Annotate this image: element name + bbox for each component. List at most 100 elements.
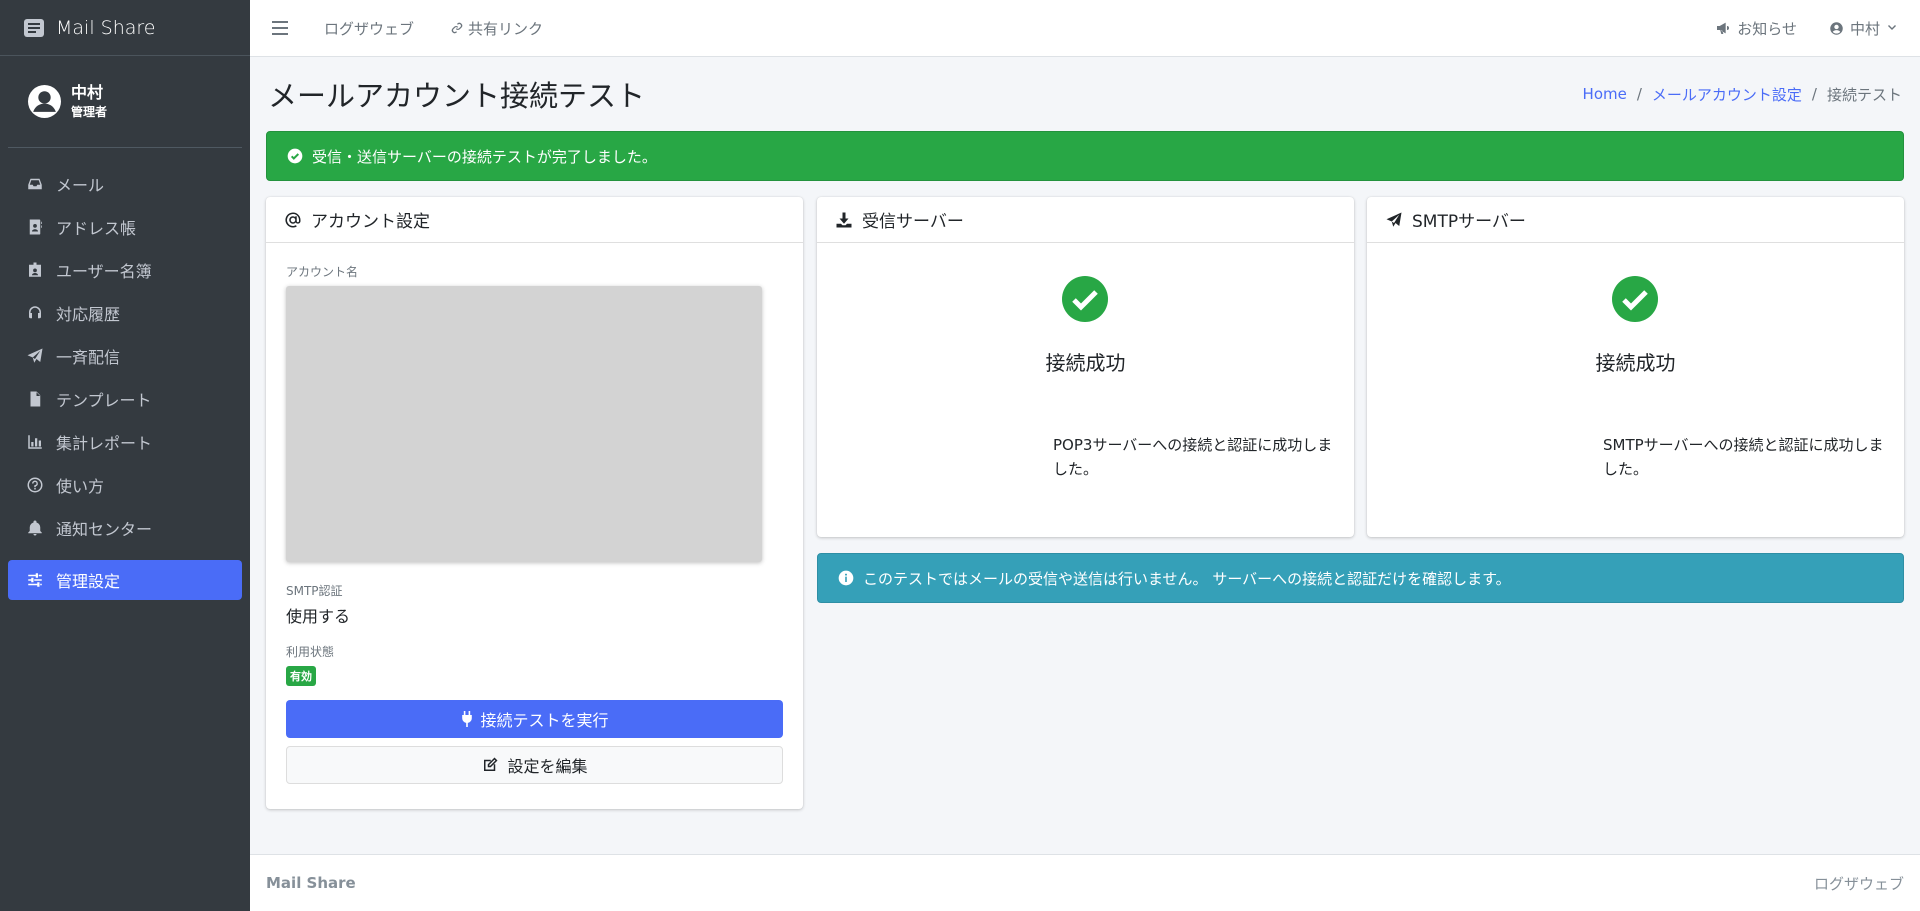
success-check-icon <box>1612 276 1658 322</box>
question-circle-icon <box>27 477 43 493</box>
card-title: 受信サーバー <box>862 212 964 232</box>
smtp-auth-label: SMTP認証 <box>286 584 343 598</box>
nav-link-shared-links[interactable]: 共有リンク <box>450 18 543 39</box>
breadcrumb-mail-account-settings[interactable]: メールアカウント設定 <box>1652 84 1802 105</box>
sidebar-item-admin-settings[interactable]: 管理設定 <box>8 560 242 600</box>
breadcrumb-separator: / <box>1636 85 1642 103</box>
sidebar-item-address-book[interactable]: アドレス帳 <box>8 207 242 247</box>
brand[interactable]: Mail Share <box>0 0 250 56</box>
footer-brand: Mail Share <box>266 874 356 892</box>
connection-description: POP3サーバーへの接続と認証に成功しました。 <box>1053 436 1333 478</box>
download-icon <box>836 212 852 227</box>
sliders-icon <box>28 573 42 587</box>
connection-status: 接続成功 <box>1595 351 1676 375</box>
sidebar-item-mail[interactable]: メール <box>8 164 242 204</box>
breadcrumb-home[interactable]: Home <box>1583 85 1627 103</box>
breadcrumb-separator: / <box>1811 85 1817 103</box>
cards-row: アカウント設定 アカウント名 SMTP認証 使用する 利用状態 有効 接続テスト… <box>266 197 1904 809</box>
sidebar-item-label: 対応履歴 <box>56 305 121 324</box>
card-body: 接続成功 POP3サーバーへの接続と認証に成功しました。 <box>817 243 1354 537</box>
info-alert: このテストではメールの受信や送信は行いません。 サーバーへの接続と認証だけを確認… <box>817 553 1904 603</box>
plug-icon <box>462 711 473 727</box>
at-sign-icon <box>285 211 301 227</box>
status-label: 利用状態 <box>286 645 335 659</box>
card-header: 受信サーバー <box>817 197 1354 243</box>
success-alert: 受信・送信サーバーの接続テストが完了しました。 <box>266 131 1904 181</box>
top-navbar: ログザウェブ 共有リンク お知らせ 中村 <box>250 0 1920 57</box>
card-header: SMTPサーバー <box>1367 197 1904 243</box>
sidebar-item-template[interactable]: テンプレート <box>8 379 242 419</box>
sidebar-item-label: メール <box>56 176 105 195</box>
bell-icon <box>28 520 42 536</box>
sidebar-item-notification-center[interactable]: 通知センター <box>8 508 242 548</box>
sidebar-item-label: 集計レポート <box>56 434 153 453</box>
sidebar-item-label: 一斉配信 <box>56 348 121 367</box>
footer: Mail Share ログザウェブ <box>250 854 1920 911</box>
nav-link-label: 共有リンク <box>468 19 544 38</box>
chevron-down-icon <box>1888 25 1896 30</box>
edit-icon <box>484 757 498 771</box>
user-avatar-icon <box>28 85 61 118</box>
user-menu-label: 中村 <box>1849 19 1880 38</box>
user-menu[interactable]: 中村 <box>1829 18 1898 39</box>
user-role: 管理者 <box>71 104 108 119</box>
link-icon <box>451 22 463 34</box>
info-message: このテストではメールの受信や送信は行いません。 サーバーへの接続と認証だけを確認… <box>863 569 1511 588</box>
success-check-icon <box>1062 276 1108 322</box>
sidebar-item-user-directory[interactable]: ユーザー名簿 <box>8 250 242 290</box>
edit-settings-button[interactable]: 設定を編集 <box>286 746 783 784</box>
inbox-icon <box>28 178 42 190</box>
check-circle-icon <box>287 148 303 164</box>
smtp-server-card: SMTPサーバー 接続成功 SMTPサーバーへの接続と認証に成功しました。 <box>1367 197 1904 537</box>
paper-plane-icon <box>27 348 43 363</box>
server-results-column: 受信サーバー 接続成功 POP3サーバーへの接続と認証に成功しました。 SMTP… <box>817 197 1904 809</box>
user-name: 中村 <box>71 82 104 102</box>
mail-share-logo-icon <box>24 18 44 37</box>
run-connection-test-label: 接続テストを実行 <box>480 711 609 730</box>
sidebar-item-label: テンプレート <box>56 391 152 410</box>
card-body: アカウント名 SMTP認証 使用する 利用状態 有効 接続テストを実行 設定を編… <box>266 243 803 809</box>
incoming-server-card: 受信サーバー 接続成功 POP3サーバーへの接続と認証に成功しました。 <box>817 197 1354 537</box>
card-title: SMTPサーバー <box>1412 212 1526 232</box>
sidebar-item-label: ユーザー名簿 <box>56 262 152 281</box>
sidebar-item-label: 使い方 <box>56 477 105 496</box>
account-name-label: アカウント名 <box>286 265 359 279</box>
success-message: 受信・送信サーバーの接続テストが完了しました。 <box>312 147 657 166</box>
notifications-link[interactable]: お知らせ <box>1715 18 1797 39</box>
main-content: メールアカウント接続テスト Home / メールアカウント設定 / 接続テスト … <box>250 57 1920 854</box>
card-header: アカウント設定 <box>266 197 803 243</box>
headset-icon <box>29 306 41 319</box>
sidebar: Mail Share 中村 管理者 メール アドレス帳 ユーザー名簿 対応履歴 <box>0 0 250 911</box>
nav-link-logzaweb[interactable]: ログザウェブ <box>324 18 414 39</box>
file-icon <box>30 391 41 407</box>
user-circle-icon <box>1830 21 1843 35</box>
sidebar-item-help[interactable]: 使い方 <box>8 465 242 505</box>
breadcrumb-current: 接続テスト <box>1826 85 1902 104</box>
bar-chart-icon <box>28 435 42 449</box>
hamburger-menu-icon[interactable] <box>272 21 288 35</box>
paper-plane-icon <box>1386 212 1402 227</box>
run-connection-test-button[interactable]: 接続テストを実行 <box>286 700 783 738</box>
status-badge: 有効 <box>286 666 316 686</box>
sidebar-item-label: アドレス帳 <box>56 219 137 238</box>
sidebar-item-label: 通知センター <box>56 520 153 539</box>
sidebar-item-history[interactable]: 対応履歴 <box>8 293 242 333</box>
footer-right-text: ログザウェブ <box>1813 874 1904 893</box>
sidebar-nav: メール アドレス帳 ユーザー名簿 対応履歴 一斉配信 テンプレート 集計レポート <box>0 148 250 600</box>
breadcrumb: Home / メールアカウント設定 / 接続テスト <box>1583 84 1902 105</box>
content-header: メールアカウント接続テスト Home / メールアカウント設定 / 接続テスト <box>266 57 1904 131</box>
account-settings-card: アカウント設定 アカウント名 SMTP認証 使用する 利用状態 有効 接続テスト… <box>266 197 803 809</box>
user-panel[interactable]: 中村 管理者 <box>8 56 242 148</box>
connection-status: 接続成功 <box>1045 351 1126 375</box>
megaphone-icon <box>1717 22 1730 34</box>
page-title: メールアカウント接続テスト <box>268 79 646 113</box>
smtp-auth-value: 使用する <box>286 607 351 626</box>
connection-description: SMTPサーバーへの接続と認証に成功しました。 <box>1603 436 1884 478</box>
brand-name: Mail Share <box>56 16 156 39</box>
info-circle-icon <box>838 570 854 586</box>
id-badge-icon <box>29 262 41 277</box>
sidebar-item-broadcast[interactable]: 一斉配信 <box>8 336 242 376</box>
server-cards-row: 受信サーバー 接続成功 POP3サーバーへの接続と認証に成功しました。 SMTP… <box>817 197 1904 537</box>
card-title: アカウント設定 <box>311 212 430 232</box>
sidebar-item-report[interactable]: 集計レポート <box>8 422 242 462</box>
